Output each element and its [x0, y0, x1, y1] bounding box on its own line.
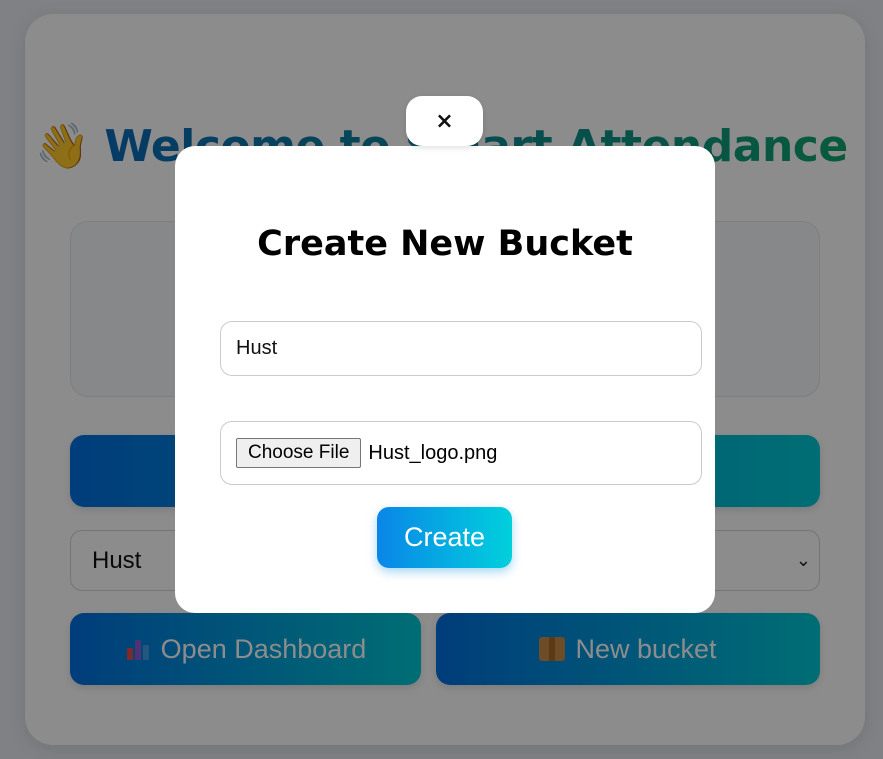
modal-title: Create New Bucket [257, 224, 633, 264]
file-input[interactable]: Choose File Hust_logo.png [220, 421, 702, 485]
create-button[interactable]: Create [377, 507, 512, 568]
choose-file-button[interactable]: Choose File [236, 438, 362, 468]
selected-file-name: Hust_logo.png [368, 441, 498, 464]
close-modal-button[interactable]: × [406, 96, 483, 146]
bucket-name-input[interactable] [220, 321, 702, 376]
create-bucket-modal: Create New Bucket Choose File Hust_logo.… [175, 146, 715, 613]
